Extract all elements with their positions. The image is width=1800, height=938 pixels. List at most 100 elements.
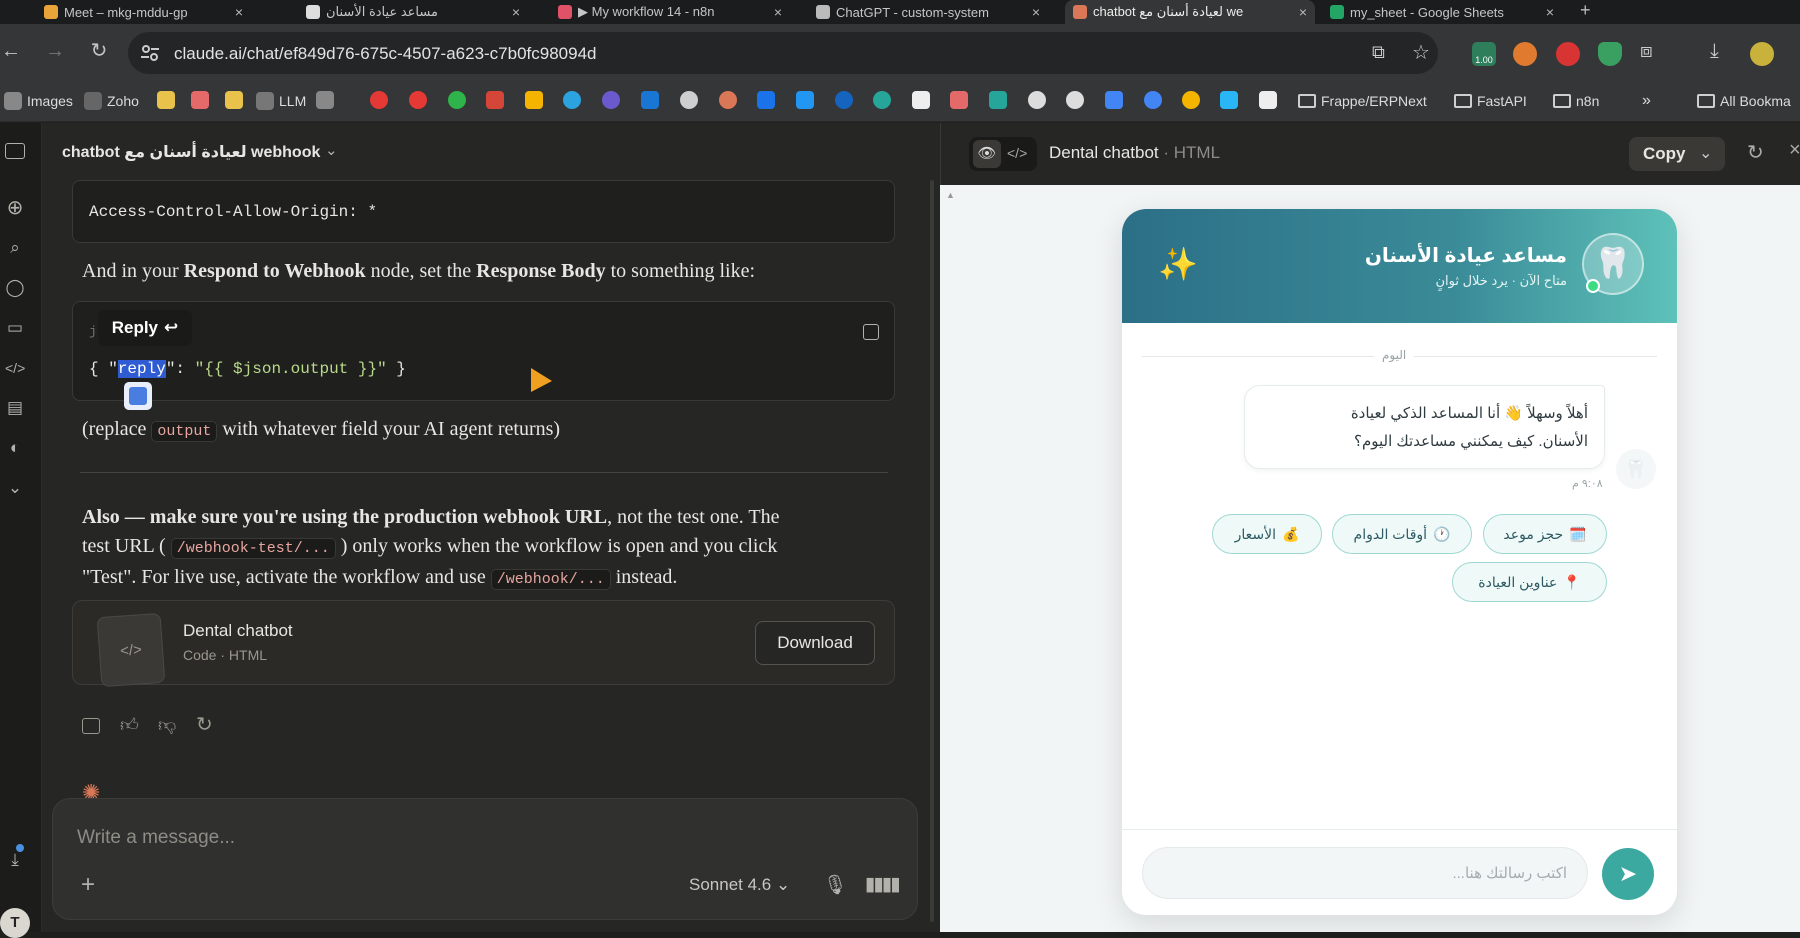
discord-icon[interactable] [680, 91, 698, 109]
search-icon[interactable]: ⌕ [5, 238, 25, 258]
bookmark-frappe[interactable]: Frappe/ERPNext [1298, 88, 1427, 114]
extension-meter-icon[interactable]: 1.00 [1472, 42, 1496, 66]
bookmark-images[interactable]: Images [4, 88, 73, 114]
new-tab-icon[interactable]: + [1580, 0, 1591, 21]
bookmark-all[interactable]: All Bookma [1697, 88, 1791, 114]
drive-icon[interactable] [525, 91, 543, 109]
close-icon[interactable]: × [235, 4, 243, 20]
tab-n8n[interactable]: ▶ My workflow 14 - n8n × [550, 0, 790, 24]
gemini-icon[interactable] [1105, 91, 1123, 109]
reload-icon[interactable]: ↻ [88, 40, 110, 62]
bookmark-zoho[interactable]: Zoho [84, 88, 139, 114]
calendar-icon[interactable] [757, 91, 775, 109]
translate-icon[interactable] [124, 382, 152, 410]
chevron-down-icon[interactable]: ⌄ [1699, 143, 1712, 163]
bookmark-n8n[interactable]: n8n [1553, 88, 1599, 114]
bookmark-blue-icon[interactable] [1144, 91, 1162, 109]
bookmark-teal-icon[interactable] [989, 91, 1007, 109]
url-text[interactable]: claude.ai/chat/ef849d76-675c-4507-a623-c… [174, 44, 597, 64]
bookmark-yellow2-icon[interactable] [225, 91, 243, 109]
close-icon[interactable]: × [512, 4, 520, 20]
close-icon[interactable]: × [1299, 4, 1307, 20]
download-icon[interactable]: ⤓ [1710, 40, 1719, 63]
download-button[interactable]: Download [755, 621, 875, 665]
teams-icon[interactable] [602, 91, 620, 109]
bookmark-star-icon[interactable]: ☆ [1412, 40, 1430, 65]
quick-reply-prices[interactable]: الأسعار 💰 [1212, 514, 1322, 554]
bookmark-yellow-icon[interactable] [157, 91, 175, 109]
copy-split-button[interactable]: Copy ⌄ [1629, 137, 1725, 171]
code-view-icon[interactable]: </> [1007, 145, 1027, 161]
bookmark-fastapi[interactable]: FastAPI [1454, 88, 1527, 114]
model-selector[interactable]: Sonnet 4.6 ⌄ [689, 875, 790, 895]
chat-scrollbar[interactable] [930, 180, 934, 922]
view-toggle[interactable]: 👁︎ </> [969, 137, 1037, 171]
whatsapp-icon[interactable] [448, 91, 466, 109]
tab-dental-assistant[interactable]: مساعد عيادة الأسنان × [298, 0, 528, 24]
thumbs-up-icon[interactable]: 👍︎ [120, 714, 139, 736]
eye-icon[interactable]: 👁︎ [973, 140, 1001, 168]
close-icon[interactable]: × [1032, 4, 1040, 20]
profile-avatar[interactable] [1750, 42, 1774, 66]
bookmark-llm[interactable]: LLM [256, 88, 306, 114]
close-icon[interactable]: × [774, 4, 782, 20]
chats-icon[interactable]: ◯ [5, 278, 25, 298]
close-icon[interactable]: × [1789, 139, 1800, 162]
tab-claude[interactable]: chatbot لعيادة أسنان مع we × [1065, 0, 1315, 24]
microphone-icon[interactable]: 🎙︎ [823, 873, 847, 897]
chatbot-message-input[interactable]: اكتب رسالتك هنا... [1142, 847, 1588, 899]
artifacts-icon[interactable]: </> [5, 358, 25, 378]
docs-icon[interactable] [796, 91, 814, 109]
pinterest-icon[interactable] [409, 91, 427, 109]
copy-button[interactable]: Copy [1643, 144, 1686, 164]
sync-icon[interactable] [873, 91, 891, 109]
meta-icon[interactable] [835, 91, 853, 109]
extension-fire-icon[interactable] [1513, 42, 1537, 66]
claude-bookmark-icon[interactable] [719, 91, 737, 109]
outlook-icon[interactable] [641, 91, 659, 109]
sparkle-bookmark-icon[interactable] [1220, 91, 1238, 109]
moon-icon[interactable] [1182, 91, 1200, 109]
sidebar-toggle-icon[interactable] [5, 143, 25, 159]
tab-sheets[interactable]: my_sheet - Google Sheets × [1322, 0, 1562, 24]
scroll-up-icon[interactable]: ▲ [946, 190, 956, 200]
refresh-icon[interactable]: ↻ [1747, 140, 1764, 165]
youtube-icon[interactable] [370, 91, 388, 109]
message-input[interactable]: Write a message... [77, 827, 235, 849]
quick-reply-hours[interactable]: أوقات الدوام 🕐 [1332, 514, 1472, 554]
bookmarks-overflow-button[interactable]: » [1642, 88, 1651, 114]
bookmark-red-icon[interactable] [191, 91, 209, 109]
back-icon[interactable]: ← [0, 40, 22, 62]
palette-icon[interactable]: ◐ [5, 438, 25, 458]
download-rail-icon[interactable]: ⤓ [5, 850, 25, 870]
close-icon[interactable]: × [1546, 4, 1554, 20]
message-composer[interactable]: Write a message... + Sonnet 4.6 ⌄ 🎙︎ ▮▮▮… [52, 798, 918, 920]
quick-reply-addresses[interactable]: عناوين العيادة 📍 [1452, 562, 1607, 602]
add-attachment-icon[interactable]: + [81, 871, 95, 899]
new-chat-icon[interactable]: ⊕ [5, 198, 25, 218]
artifact-card[interactable]: </> Dental chatbot Code · HTML Download [72, 600, 895, 688]
quick-reply-book-appointment[interactable]: حجز موعد 🗓️ [1483, 514, 1607, 554]
chat-title[interactable]: chatbot لعيادة أسنان مع webhook [62, 142, 320, 162]
bookmark-grey-icon[interactable] [1028, 91, 1046, 109]
extension-red-icon[interactable] [1556, 42, 1580, 66]
chevron-down-icon[interactable]: ⌄ [5, 478, 25, 498]
tab-chatgpt[interactable]: ChatGPT - custom-system × [808, 0, 1048, 24]
bookmark-mi-icon[interactable] [1259, 91, 1277, 109]
chevron-down-icon[interactable]: ⌄ [325, 141, 338, 159]
user-avatar[interactable]: T [0, 908, 30, 938]
toolbox-icon[interactable]: ▤ [5, 398, 25, 418]
gmail-icon[interactable] [486, 91, 504, 109]
bookmark-white-icon[interactable] [912, 91, 930, 109]
bookmark-pink-icon[interactable] [950, 91, 968, 109]
puzzle-icon[interactable]: ⧈ [1640, 40, 1653, 63]
forward-icon[interactable]: → [44, 40, 66, 62]
github-icon[interactable] [1066, 91, 1084, 109]
reply-tooltip-button[interactable]: Reply ↩ [98, 310, 192, 346]
send-button[interactable]: ➤ [1602, 848, 1654, 900]
copy-icon[interactable] [82, 718, 100, 734]
copy-code-icon[interactable] [863, 324, 879, 340]
retry-icon[interactable]: ↻ [196, 712, 213, 737]
shield-extension-icon[interactable] [1598, 42, 1622, 66]
voice-mode-icon[interactable]: ▮▮▮▮ [865, 873, 901, 896]
